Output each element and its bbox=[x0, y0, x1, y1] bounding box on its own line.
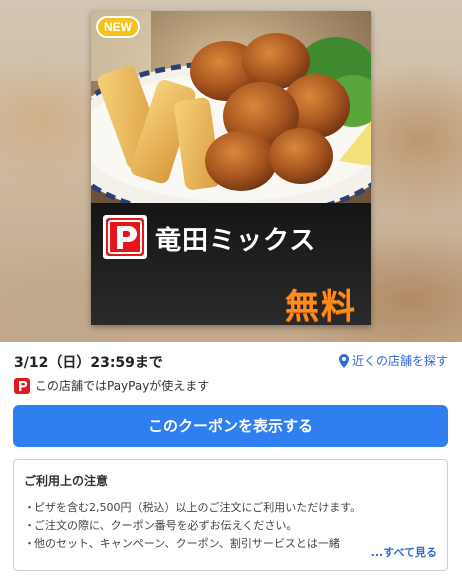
find-nearby-store-link[interactable]: 近くの店舗を探す bbox=[338, 352, 448, 369]
see-all-link[interactable]: ...すべて見る bbox=[352, 544, 437, 560]
usage-notes-panel: ご利用上の注意 ・ピザを含む2,500円（税込）以上のご注文にご利用いただけます… bbox=[13, 459, 448, 571]
price-label: 無料 bbox=[285, 287, 357, 325]
usage-note-item: ・ピザを含む2,500円（税込）以上のご注文にご利用いただけます。 bbox=[24, 499, 437, 517]
bullet: ・ bbox=[24, 519, 35, 532]
find-nearby-store-label: 近くの店舗を探す bbox=[351, 354, 448, 368]
bullet: ・ bbox=[24, 537, 35, 550]
paypay-icon bbox=[14, 377, 30, 394]
food-photo bbox=[91, 11, 371, 203]
usage-note-item: ・ご注文の際に、クーポン番号を必ずお伝えください。 bbox=[24, 517, 437, 535]
coupon-card[interactable]: NEW 竜田ミックス 無料 bbox=[91, 11, 371, 325]
product-name: 竜田ミックス bbox=[155, 226, 317, 256]
paypay-availability: この店舗ではPayPayが使えます bbox=[14, 377, 209, 394]
usage-notes-title: ご利用上の注意 bbox=[24, 474, 109, 488]
paypay-text: この店舗ではPayPayが使えます bbox=[35, 379, 210, 393]
bullet: ・ bbox=[24, 501, 35, 514]
expiry-date: 3/12（日）23:59まで bbox=[14, 355, 163, 371]
new-badge: NEW bbox=[96, 16, 140, 38]
show-coupon-button[interactable]: このクーポンを表示する bbox=[13, 405, 448, 447]
location-pin-icon bbox=[338, 353, 349, 368]
pizza-brand-logo-icon bbox=[103, 215, 147, 259]
coupon-info-band: 竜田ミックス 無料 bbox=[91, 203, 371, 325]
